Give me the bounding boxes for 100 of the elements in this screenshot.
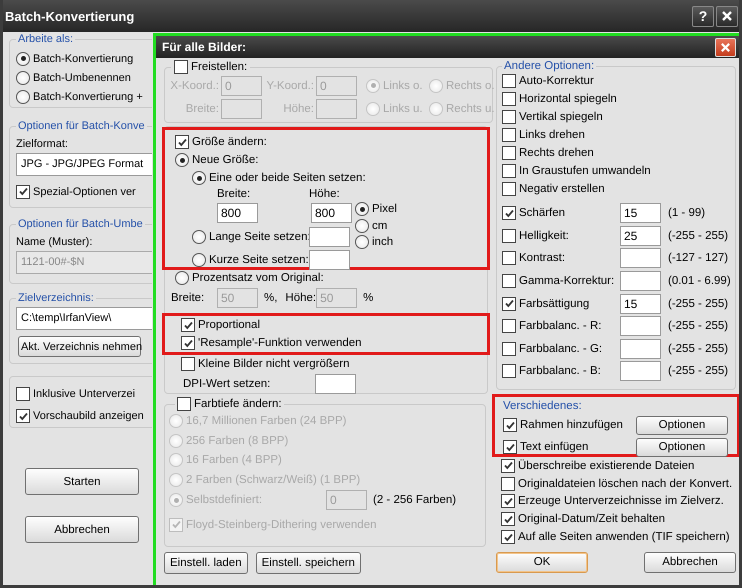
radio-button[interactable] xyxy=(169,414,183,428)
input-field[interactable] xyxy=(620,361,661,382)
action-button[interactable]: Abbrechen xyxy=(25,516,139,543)
dialog-button[interactable]: Abbrechen xyxy=(644,552,736,573)
radio-button[interactable] xyxy=(16,52,30,66)
field-label: Höhe: xyxy=(282,102,314,114)
field-label: Zielformat: xyxy=(16,138,69,150)
input-field[interactable] xyxy=(309,226,350,246)
close-button[interactable] xyxy=(716,6,738,26)
checkbox[interactable] xyxy=(502,146,516,160)
format-dropdown[interactable]: JPG - JPG/JPEG Format xyxy=(16,153,152,176)
checkbox[interactable] xyxy=(502,342,516,356)
checkbox[interactable] xyxy=(501,512,515,526)
checkbox[interactable] xyxy=(169,518,183,532)
checkbox[interactable] xyxy=(502,182,516,196)
checkbox-label: Farbbalanc. - G: xyxy=(519,342,604,355)
checkbox[interactable] xyxy=(502,206,516,220)
checkbox-label: Farbbalanc. - B: xyxy=(519,365,602,378)
radio-button[interactable] xyxy=(366,102,380,116)
input-field[interactable] xyxy=(316,98,357,118)
radio-button[interactable] xyxy=(192,230,206,244)
input-field[interactable]: 800 xyxy=(311,203,352,223)
settings-button[interactable]: Einstell. laden xyxy=(164,552,248,574)
checkbox-label: Horizontal spiegeln xyxy=(519,93,617,105)
radio-button[interactable] xyxy=(355,202,369,216)
group-title: Verschiedenes: xyxy=(503,400,583,414)
radio-button[interactable] xyxy=(169,473,183,488)
checkbox-label: Auf alle Seiten anwenden (TIF speichern) xyxy=(518,531,730,544)
checkbox[interactable] xyxy=(502,110,516,124)
checkbox[interactable] xyxy=(181,318,195,332)
radio-button[interactable] xyxy=(192,171,206,185)
radio-button[interactable] xyxy=(429,102,443,116)
field-label: Breite: xyxy=(217,188,252,200)
options-button[interactable]: Optionen xyxy=(636,438,728,456)
radio-button[interactable] xyxy=(169,493,183,508)
checkbox[interactable] xyxy=(502,128,516,142)
radio-label: inch xyxy=(372,236,394,248)
checkbox[interactable] xyxy=(502,164,516,178)
checkbox[interactable] xyxy=(503,440,517,454)
checkbox[interactable] xyxy=(175,135,189,149)
checkbox[interactable] xyxy=(502,251,516,266)
input-field[interactable] xyxy=(620,271,661,292)
input-field[interactable] xyxy=(309,250,350,270)
checkbox[interactable] xyxy=(16,184,30,198)
help-button[interactable]: ? xyxy=(692,6,714,26)
checkbox-label: Helligkeit: xyxy=(519,230,570,242)
dialog-button[interactable]: OK xyxy=(496,552,588,573)
radio-button[interactable] xyxy=(16,90,30,104)
checkbox[interactable] xyxy=(502,296,516,311)
checkbox[interactable] xyxy=(502,364,516,378)
checkbox[interactable] xyxy=(501,494,515,508)
radio-button[interactable] xyxy=(16,70,30,84)
checkbox[interactable] xyxy=(181,357,195,371)
action-button[interactable]: Starten xyxy=(25,468,139,495)
settings-button[interactable]: Einstell. speichern xyxy=(256,552,361,574)
current-folder-button[interactable]: Akt. Verzeichnis nehmen xyxy=(18,336,141,357)
input-field[interactable]: 800 xyxy=(217,203,258,223)
radio-button[interactable] xyxy=(366,78,380,92)
checkbox[interactable] xyxy=(501,530,515,544)
checkbox[interactable] xyxy=(502,228,516,243)
radio-button[interactable] xyxy=(355,235,369,250)
field-label: DPI-Wert setzen: xyxy=(183,378,272,390)
checkbox[interactable] xyxy=(16,387,30,401)
checkbox[interactable] xyxy=(502,274,516,288)
options-button[interactable]: Optionen xyxy=(636,416,728,434)
checkbox-label: Negativ erstellen xyxy=(519,183,605,195)
range-label: (-255 - 255) xyxy=(668,230,728,242)
radio-label: Lange Seite setzen: xyxy=(209,230,311,242)
checkbox[interactable] xyxy=(174,60,188,74)
radio-button[interactable] xyxy=(429,78,443,92)
input-field[interactable] xyxy=(620,248,661,268)
checkbox[interactable] xyxy=(503,418,517,432)
radio-button[interactable] xyxy=(169,434,183,448)
checkbox[interactable] xyxy=(501,458,515,473)
input-field[interactable] xyxy=(620,316,661,336)
radio-button[interactable] xyxy=(355,218,369,233)
checkbox[interactable] xyxy=(502,319,516,334)
radio-button[interactable] xyxy=(175,271,189,285)
radio-label: cm xyxy=(372,220,388,232)
checkbox-label: Überschreibe existierende Dateien xyxy=(518,460,694,472)
checkbox[interactable] xyxy=(502,92,516,106)
input-field[interactable] xyxy=(315,374,356,394)
checkbox[interactable] xyxy=(181,336,195,350)
checkbox[interactable] xyxy=(177,397,191,411)
radio-button[interactable] xyxy=(175,153,189,167)
range-label: (2 - 256 Farben) xyxy=(373,494,456,506)
checkbox[interactable] xyxy=(502,74,516,88)
radio-button[interactable] xyxy=(192,252,206,266)
input-field[interactable]: 15 xyxy=(620,294,661,314)
unit-label: %, xyxy=(264,292,278,304)
radio-label: Batch-Konvertierung xyxy=(33,52,134,64)
radio-button[interactable] xyxy=(169,453,183,468)
checkbox[interactable] xyxy=(501,476,515,491)
input-field[interactable]: 15 xyxy=(620,203,661,224)
folder-field[interactable]: C:\temp\IrfanView\ xyxy=(16,307,152,330)
input-field[interactable]: 25 xyxy=(620,226,661,246)
input-field[interactable] xyxy=(221,98,262,118)
input-field[interactable] xyxy=(620,338,661,359)
checkbox[interactable] xyxy=(16,409,30,423)
close-icon xyxy=(720,42,731,52)
